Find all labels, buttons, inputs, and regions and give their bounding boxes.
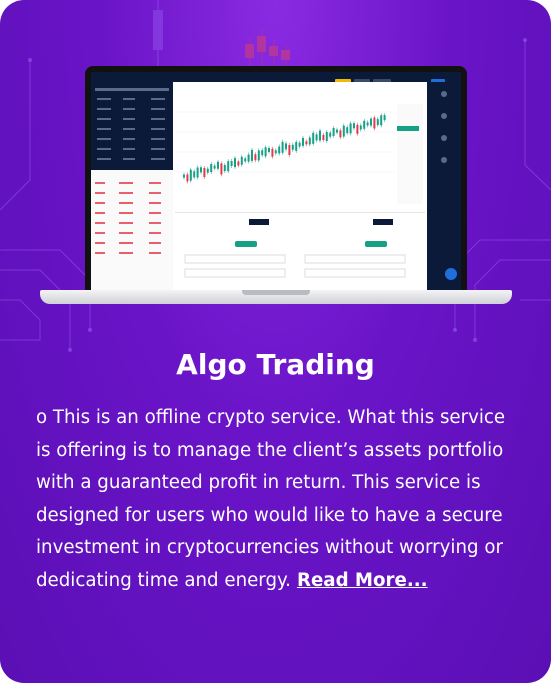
candle-body [353,123,355,129]
price-chart-panel [175,82,425,208]
candlestick-chart-icon [175,82,425,208]
read-more-link[interactable]: Read More... [297,570,428,591]
laptop-screen-frame [85,66,467,294]
candle-body [213,165,216,169]
chat-bubble-icon [445,268,457,280]
candle-body [325,132,328,141]
candle-body [247,154,250,162]
order-book-dark-header [91,82,173,170]
candle-body [203,168,206,177]
candle-body [227,161,230,172]
trading-app-screenshot [91,72,461,290]
candle-body [366,122,369,126]
laptop-notch [242,290,310,295]
candle-body [230,161,233,166]
candle-body [312,132,315,144]
candle-body [217,161,219,169]
candle-body [223,165,226,171]
candle-body [298,142,301,147]
candle-body [189,169,192,181]
candle-body [339,130,342,138]
candle-body [268,148,270,152]
candle-body [285,143,287,150]
candle-body [251,149,253,161]
candle-body [288,145,291,155]
candle-body [257,150,260,161]
candle-body [193,171,196,178]
algo-trading-card: Algo Trading o This is an offline crypto… [0,0,551,683]
candle-body [376,119,379,126]
candle-body [274,150,277,154]
candle-body [319,130,321,141]
candle-body [281,141,284,153]
app-top-bar [91,72,461,85]
order-book-panel [91,82,173,290]
candle-body [291,144,294,150]
buy-sell-forms [175,212,425,290]
candle-body [302,137,304,146]
candle-body [336,129,338,133]
candle-body [237,161,240,166]
candle-body [278,146,281,154]
candle-body [370,118,372,126]
candle-body [308,137,311,145]
candle-body [186,174,189,182]
candle-body [200,167,202,173]
candle-body [210,164,213,172]
candle-body [373,117,376,129]
candle-body [380,115,383,126]
candle-body [356,124,359,134]
background-candles [153,0,290,66]
candle-body [271,148,274,157]
candle-body [244,158,247,162]
candle-body [329,132,332,137]
candle-body [261,150,264,156]
candle-body [349,123,352,134]
candle-body [346,127,349,134]
candle-body [363,120,366,129]
candle-body [305,141,308,145]
candle-body [359,125,362,130]
card-description: o This is an offline crypto service. Wha… [36,402,522,598]
candle-body [332,128,335,136]
laptop-mockup [40,66,512,306]
candle-body [183,174,185,178]
candle-body [196,167,199,178]
candle-body [315,134,318,141]
candle-body [264,147,267,157]
card-title: Algo Trading [176,348,375,381]
candle-body [342,125,345,137]
candle-body [206,168,209,173]
candle-body [240,156,243,165]
candle-body [383,115,386,121]
candle-body [295,141,298,151]
candle-body [220,163,223,175]
description-text: o This is an offline crypto service. Wha… [36,407,506,591]
app-side-nav [427,82,461,290]
candle-body [322,134,325,140]
candle-body [234,158,236,168]
candle-body [254,154,257,161]
